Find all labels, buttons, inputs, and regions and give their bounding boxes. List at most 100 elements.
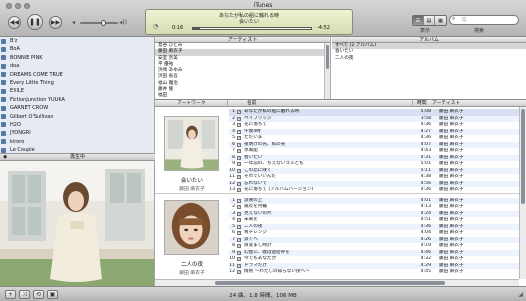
track-checkbox[interactable]: ✓: [237, 231, 241, 235]
artist-scroll-thumb[interactable]: [326, 45, 329, 69]
time-column-header[interactable]: 時間: [417, 100, 427, 107]
previous-track-button[interactable]: ◀◀: [8, 16, 21, 29]
track-checkbox[interactable]: ✓: [237, 211, 241, 216]
source-item[interactable]: Every Little Thing: [0, 79, 154, 87]
track-checkbox[interactable]: ✓: [237, 257, 241, 261]
artwork-pane-header[interactable]: ◉ 再生中: [0, 153, 155, 161]
now-playing-artwork[interactable]: [0, 161, 155, 286]
track-checkbox[interactable]: ✓: [237, 149, 241, 153]
track-row[interactable]: 12 ✓ 情熱 ～わたしの知らない街へ～ 4:45 藤田 麻衣子: [229, 269, 519, 276]
album-artist: 藤田 麻衣子: [179, 187, 205, 192]
column-divider[interactable]: [227, 100, 228, 107]
artist-playlist-icon: [1, 72, 6, 78]
album-group-1[interactable]: 会いたい 藤田 麻衣子: [159, 116, 225, 192]
column-divider[interactable]: [412, 100, 413, 107]
track-checkbox[interactable]: ✓: [237, 136, 241, 140]
track-checkbox[interactable]: ✓: [237, 162, 241, 166]
volume-track[interactable]: [80, 20, 118, 26]
track-checkbox[interactable]: ✓: [237, 168, 241, 173]
artist-item[interactable]: 福田: [155, 93, 330, 99]
album-column[interactable]: アルバム すべて (2 アルバム) 会いたい 二人の夜: [332, 37, 526, 99]
library-summary: 24 曲、1.8 時間、106 MB: [229, 293, 297, 299]
artwork-column-header[interactable]: アートワーク: [177, 100, 206, 107]
track-checkbox[interactable]: ✓: [237, 142, 241, 147]
track-checkbox[interactable]: ✓: [237, 155, 241, 160]
album-cover-image: [164, 200, 219, 255]
source-item[interactable]: FictionJunction YUUKA: [0, 96, 154, 104]
remaining-time[interactable]: -4:52: [317, 25, 330, 31]
list-view-icon[interactable]: ☰: [413, 16, 424, 25]
source-item[interactable]: Gilbert O'Sullivan: [0, 113, 154, 121]
artist-playlist-icon: [1, 88, 6, 94]
resize-handle-icon[interactable]: ◢: [518, 291, 523, 298]
track-list-hscroll-thumb[interactable]: [215, 281, 445, 285]
album-artist: 藤田 麻衣子: [179, 271, 205, 276]
name-column-header[interactable]: 名前: [247, 100, 257, 107]
track-list[interactable]: アートワーク 名前 時間 アーティスト 会いたい 藤田 麻衣子 二人の夜 藤田 …: [155, 100, 526, 286]
artist-list[interactable]: 島谷 ひとみ 藤田 麻衣子 安室 奈美平 優祐 浜崎 あゆみ 浜田 省吾 福山 雅治 藤井 …: [155, 43, 330, 99]
source-item[interactable]: BoA: [0, 45, 154, 53]
track-checkbox[interactable]: ✓: [237, 198, 241, 203]
track-checkbox[interactable]: ✓: [237, 270, 241, 274]
track-time: 4:36: [420, 187, 431, 192]
source-item[interactable]: doa: [0, 62, 154, 70]
source-item[interactable]: BONNIE PINK: [0, 54, 154, 62]
source-item[interactable]: Le Couple: [0, 146, 154, 153]
volume-knob[interactable]: [100, 20, 106, 26]
progress-bar[interactable]: [192, 27, 312, 30]
track-checkbox[interactable]: ✓: [237, 175, 241, 179]
source-item[interactable]: EXILE: [0, 87, 154, 95]
track-checkbox[interactable]: ✓: [237, 205, 241, 209]
track-checkbox[interactable]: ✓: [237, 129, 241, 134]
album-title: 二人の夜: [180, 262, 203, 268]
artist-column-header[interactable]: アーティスト: [432, 100, 460, 107]
track-checkbox[interactable]: ✓: [237, 188, 241, 192]
artist-scrollbar[interactable]: [324, 43, 330, 99]
source-item[interactable]: kiroro: [0, 138, 154, 146]
source-item[interactable]: H2O: [0, 121, 154, 129]
artist-playlist-icon: [1, 63, 6, 69]
track-row[interactable]: 13 ✓ 花に落ちて (アルバムバージョン) 4:36 藤田 麻衣子: [229, 187, 519, 194]
track-checkbox[interactable]: ✓: [237, 237, 241, 242]
album-view-icon[interactable]: ▤: [424, 16, 435, 25]
track-checkbox[interactable]: ✓: [237, 250, 241, 255]
track-checkbox[interactable]: ✓: [237, 116, 241, 121]
elapsed-time: 0:16: [172, 25, 184, 31]
collapse-icon[interactable]: ◉: [3, 154, 7, 161]
now-playing-display[interactable]: ◔ あなたが私の船に触れる時 会いたい 0:16 -4:52: [145, 9, 353, 35]
track-list-hscrollbar[interactable]: [155, 279, 519, 286]
track-checkbox[interactable]: ✓: [237, 244, 241, 248]
artist-column[interactable]: アーティスト 島谷 ひとみ 藤田 麻衣子 安室 奈美平 優祐 浜崎 あゆみ 浜田 省吾福…: [155, 37, 331, 99]
search-input[interactable]: Q: [449, 15, 519, 25]
source-list[interactable]: B'z BoA BONNIE PINK doa DREAMS COME TRUE Ever…: [0, 37, 155, 153]
track-checkbox[interactable]: ✓: [237, 110, 241, 114]
source-item-label: kiroro: [10, 138, 25, 145]
view-switcher[interactable]: ☰ ▤ ▦: [412, 15, 447, 26]
source-item[interactable]: DREAMS COME TRUE: [0, 71, 154, 79]
album-item[interactable]: 二人の夜: [332, 56, 526, 62]
album-list[interactable]: すべて (2 アルバム) 会いたい 二人の夜: [332, 43, 526, 62]
track-checkbox[interactable]: ✓: [237, 263, 241, 268]
track-list-scrollbar[interactable]: [519, 107, 526, 279]
source-item[interactable]: JYONGRI: [0, 129, 154, 137]
volume-slider[interactable]: ◂ ◂)): [72, 19, 127, 27]
source-item-label: H2O: [10, 121, 21, 128]
volume-high-icon: ◂)): [119, 19, 127, 26]
track-artist: 藤田 麻衣子: [439, 187, 464, 192]
track-checkbox[interactable]: ✓: [237, 123, 241, 127]
album-group-2[interactable]: 二人の夜 藤田 麻衣子: [159, 200, 225, 276]
source-item-label: doa: [10, 63, 20, 70]
coverflow-view-icon[interactable]: ▦: [435, 16, 446, 25]
track-checkbox[interactable]: ✓: [237, 218, 241, 222]
column-browser: アーティスト 島谷 ひとみ 藤田 麻衣子 安室 奈美平 優祐 浜崎 あゆみ 浜田 省吾福…: [155, 37, 526, 100]
track-checkbox[interactable]: ✓: [237, 224, 241, 229]
play-pause-button[interactable]: ❚❚: [27, 14, 43, 30]
source-item-label: BoA: [10, 46, 20, 53]
source-item[interactable]: B'z: [0, 37, 154, 45]
source-item-label: DREAMS COME TRUE: [10, 71, 63, 78]
next-track-button[interactable]: ▶▶: [49, 16, 62, 29]
source-item[interactable]: GARNET CROW: [0, 104, 154, 112]
track-list-scroll-thumb[interactable]: [521, 109, 525, 204]
track-checkbox[interactable]: ✓: [237, 181, 241, 186]
source-item-label: JYONGRI: [10, 130, 31, 137]
